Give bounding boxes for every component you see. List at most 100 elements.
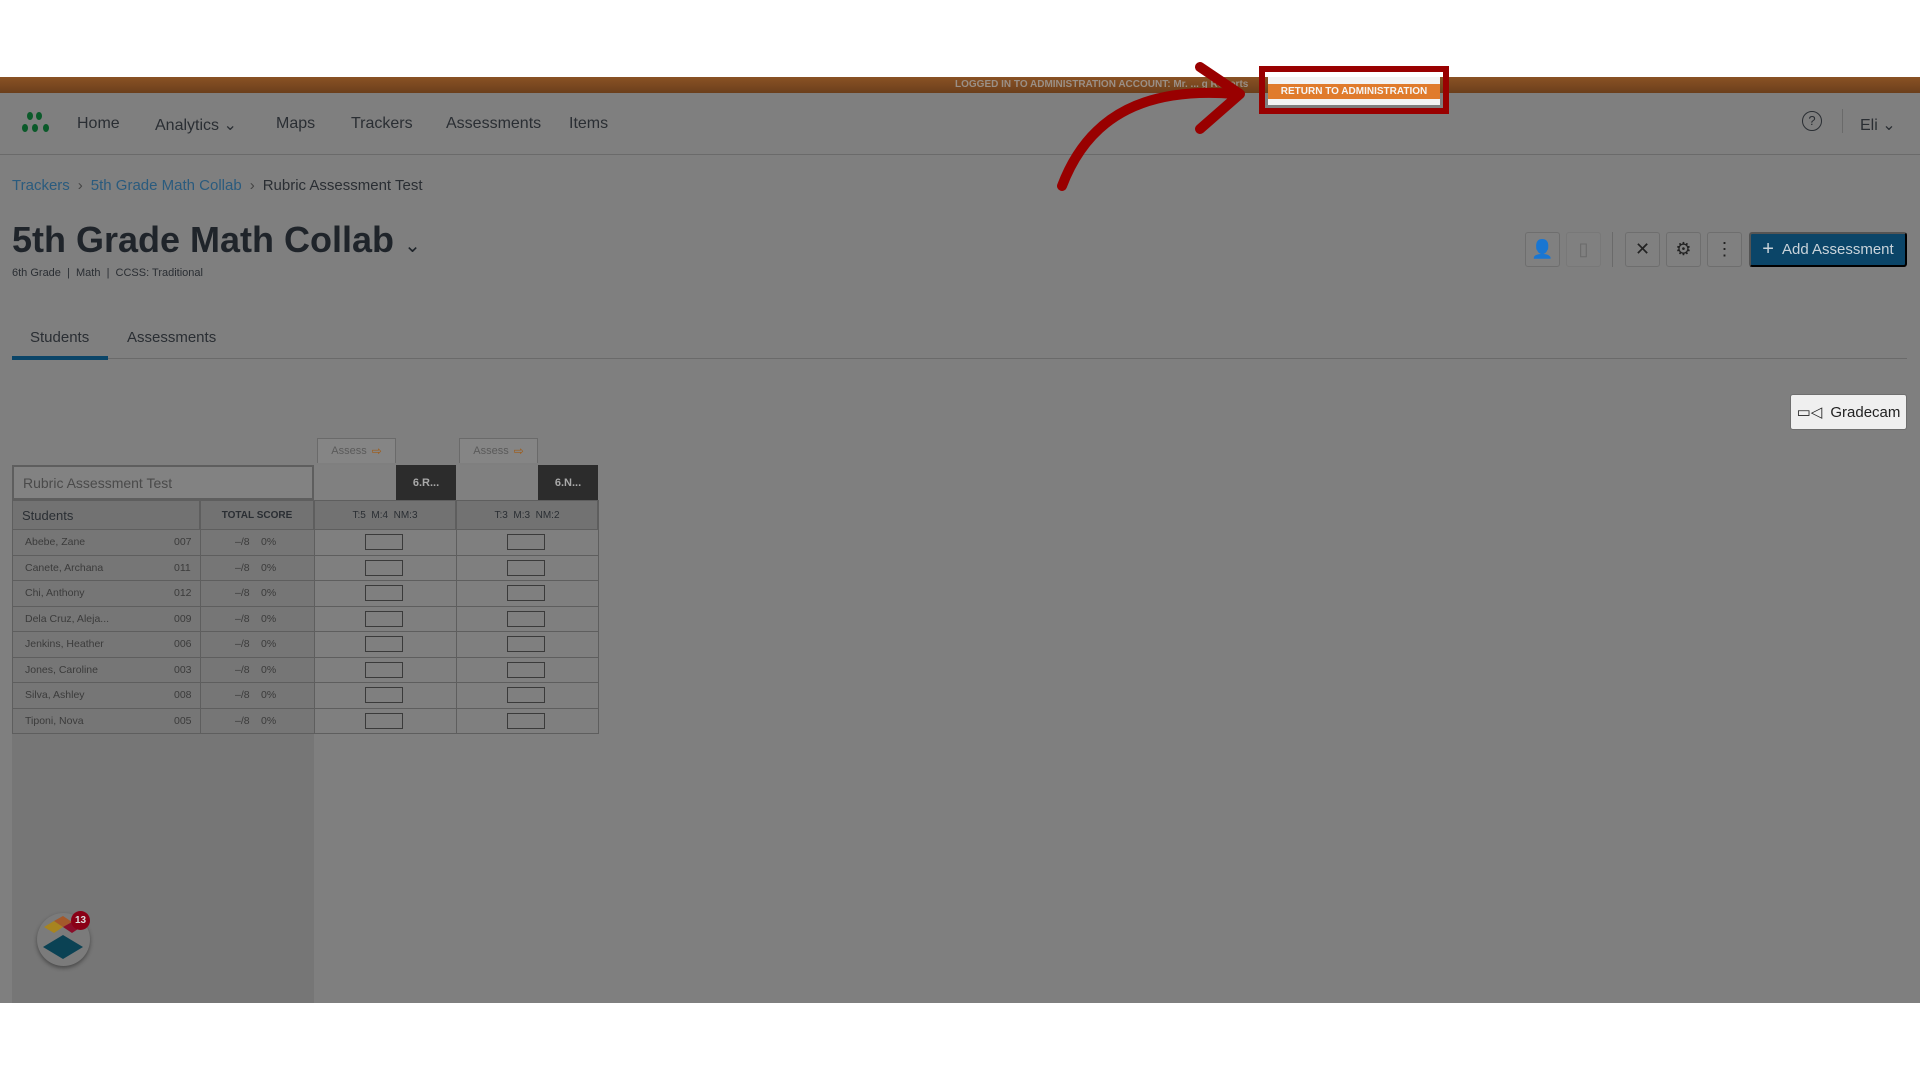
score: –/8 <box>235 714 250 727</box>
gradecam-label: Gradecam <box>1830 403 1901 421</box>
highlight-box <box>1259 66 1449 114</box>
score: –/8 <box>235 561 250 574</box>
nav-home[interactable]: Home <box>77 115 120 133</box>
score-input[interactable] <box>507 559 545 576</box>
score-input[interactable] <box>507 636 545 652</box>
table-row: Abebe, Zane 007 –/8 0% <box>12 530 598 556</box>
score-input[interactable] <box>507 661 545 678</box>
page-title[interactable]: 5th Grade Math Collab ⌄ <box>12 219 421 261</box>
score-input[interactable] <box>365 687 403 703</box>
nav-maps[interactable]: Maps <box>276 115 315 133</box>
page-subtitle: 6th Grade | Math | CCSS: Traditional <box>12 267 203 279</box>
page-overlay: LOGGED IN TO ADMINISTRATION ACCOUNT: Mr.… <box>0 62 1920 1003</box>
percent: 0% <box>261 714 277 727</box>
standard-header[interactable]: 6.N... <box>538 465 598 500</box>
more-vertical-icon[interactable]: ⋮ <box>1707 232 1742 267</box>
notification-badge: 13 <box>71 911 90 930</box>
chevron-down-icon: ⌄ <box>1882 117 1896 134</box>
arrow-annotation-icon <box>1057 62 1245 191</box>
admin-banner: LOGGED IN TO ADMINISTRATION ACCOUNT: Mr.… <box>0 77 1920 105</box>
logo-icon[interactable] <box>22 111 56 135</box>
divider <box>12 530 13 734</box>
assess-button[interactable]: Assess ⇨ <box>317 438 396 463</box>
nav-analytics-label: Analytics <box>155 117 220 134</box>
breadcrumb-trackers[interactable]: Trackers <box>12 177 70 194</box>
percent: 0% <box>261 561 277 574</box>
student-name[interactable]: Chi, Anthony <box>25 587 85 599</box>
nav-analytics[interactable]: Analytics ⌄ <box>155 115 237 135</box>
student-name[interactable]: Dela Cruz, Aleja... <box>25 613 109 625</box>
divider <box>1842 109 1843 133</box>
nav-assessments[interactable]: Assessments <box>446 115 541 133</box>
chevron-right-icon: › <box>249 177 255 194</box>
table-row: Silva, Ashley 008 –/8 0% <box>12 683 598 709</box>
nav-trackers[interactable]: Trackers <box>351 115 413 133</box>
chevron-down-icon[interactable]: ⌄ <box>404 235 421 257</box>
plus-icon: + <box>1762 238 1774 260</box>
percent: 0% <box>261 612 277 625</box>
student-id: 006 <box>174 638 192 650</box>
tab-assessments[interactable]: Assessments <box>127 329 216 346</box>
standard-counts: T:5 M:4 NM:3 <box>314 500 456 530</box>
student-name[interactable]: Jones, Caroline <box>25 664 98 676</box>
standard-counts: T:3 M:3 NM:2 <box>456 500 598 530</box>
standard-header[interactable]: 6.R... <box>396 465 456 500</box>
tab-divider <box>12 358 1907 359</box>
assess-button[interactable]: Assess ⇨ <box>459 438 538 463</box>
student-name[interactable]: Abebe, Zane <box>25 536 85 548</box>
tab-students[interactable]: Students <box>30 329 89 346</box>
chevron-down-icon: ⌄ <box>223 117 237 134</box>
export-icon: ⇨ <box>513 444 524 458</box>
help-icon[interactable]: ? <box>1802 111 1822 131</box>
breadcrumb-tracker[interactable]: 5th Grade Math Collab <box>91 177 242 194</box>
score-input[interactable] <box>365 712 403 729</box>
score-input[interactable] <box>507 712 545 729</box>
student-id: 008 <box>174 689 192 701</box>
score-input[interactable] <box>507 610 545 627</box>
breadcrumb: Trackers › 5th Grade Math Collab › Rubric As… <box>12 177 423 194</box>
student-name[interactable]: Tiponi, Nova <box>25 715 84 727</box>
divider <box>200 530 201 734</box>
score-input[interactable] <box>365 559 403 576</box>
divider <box>456 530 457 734</box>
score-input[interactable] <box>365 534 403 550</box>
student-id: 003 <box>174 663 192 676</box>
table-row: Dela Cruz, Aleja... 009 –/8 0% <box>12 607 598 632</box>
gradecam-button[interactable]: ▭◁ Gradecam <box>1790 394 1907 430</box>
score-input[interactable] <box>365 610 403 627</box>
gear-icon[interactable]: ⚙ <box>1666 232 1701 267</box>
percent: 0% <box>261 638 277 650</box>
score: –/8 <box>235 536 250 548</box>
breadcrumb-current: Rubric Assessment Test <box>262 177 423 194</box>
divider <box>314 530 315 734</box>
student-name[interactable]: Jenkins, Heather <box>25 638 104 650</box>
assess-label: Assess <box>473 445 509 457</box>
add-assessment-label: Add Assessment <box>1781 241 1894 258</box>
percent: 0% <box>261 536 277 548</box>
user-menu[interactable]: Eli ⌄ <box>1860 115 1896 135</box>
table-row: Chi, Anthony 012 –/8 0% <box>12 581 598 607</box>
student-id: 011 <box>174 561 191 574</box>
total-score-header[interactable]: TOTAL SCORE <box>200 500 314 530</box>
student-name[interactable]: Silva, Ashley <box>25 689 85 701</box>
tools-icon[interactable]: ✕ <box>1625 232 1660 267</box>
score-input[interactable] <box>365 636 403 652</box>
score-input[interactable] <box>507 534 545 550</box>
student-icon[interactable]: 👤 <box>1525 232 1560 267</box>
score-input[interactable] <box>507 687 545 703</box>
video-camera-icon: ▭◁ <box>1796 404 1823 421</box>
score-input[interactable] <box>365 661 403 678</box>
score-input[interactable] <box>365 585 403 601</box>
add-assessment-button[interactable]: + Add Assessment <box>1749 232 1907 267</box>
page-title-text: 5th Grade Math Collab <box>12 219 395 260</box>
nav-items[interactable]: Items <box>569 115 608 133</box>
table-row: Canete, Archana 011 –/8 0% <box>12 556 598 581</box>
chevron-right-icon: › <box>77 177 83 194</box>
students-header[interactable]: Students <box>12 500 200 530</box>
divider <box>598 500 599 734</box>
table-row: Tiponi, Nova 005 –/8 0% <box>12 709 598 734</box>
divider <box>1612 232 1613 267</box>
assess-label: Assess <box>331 445 367 457</box>
student-name[interactable]: Canete, Archana <box>25 562 103 574</box>
score-input[interactable] <box>507 585 545 601</box>
